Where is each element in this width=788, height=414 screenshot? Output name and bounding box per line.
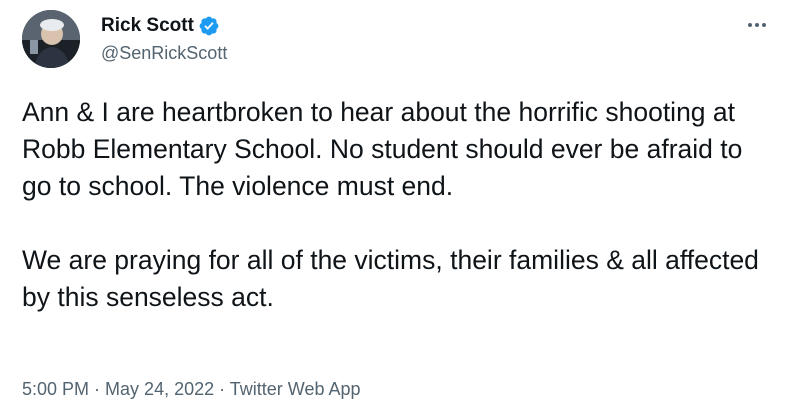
tweet-time: 5:00 PM [22,379,90,399]
tweet-meta: 5:00 PM · May 24, 2022 · Twitter Web App [22,377,361,401]
more-dot [755,23,759,27]
author-handle[interactable]: @SenRickScott [101,42,227,64]
verified-badge-icon [199,16,219,36]
avatar-photo-icon [22,10,80,68]
author-avatar[interactable] [22,10,80,68]
tweet-date: May 24, 2022 [105,379,215,399]
author-name-row: Rick Scott [101,14,220,38]
more-dot [748,23,752,27]
meta-separator: · [214,379,230,399]
tweet-paragraph: We are praying for all of the victims, t… [22,245,759,312]
tweet-card: Rick Scott @SenRickScott Ann & I are hea… [0,0,788,414]
author-display-name[interactable]: Rick Scott [101,14,194,38]
more-dot [762,23,766,27]
meta-separator: · [89,379,106,399]
tweet-source: Twitter Web App [229,379,361,399]
tweet-timestamp-link[interactable]: 5:00 PM · May 24, 2022 [22,379,214,399]
tweet-text: Ann & I are heartbroken to hear about th… [22,94,772,316]
tweet-paragraph: Ann & I are heartbroken to hear about th… [22,97,743,201]
more-options-icon[interactable] [742,14,772,36]
